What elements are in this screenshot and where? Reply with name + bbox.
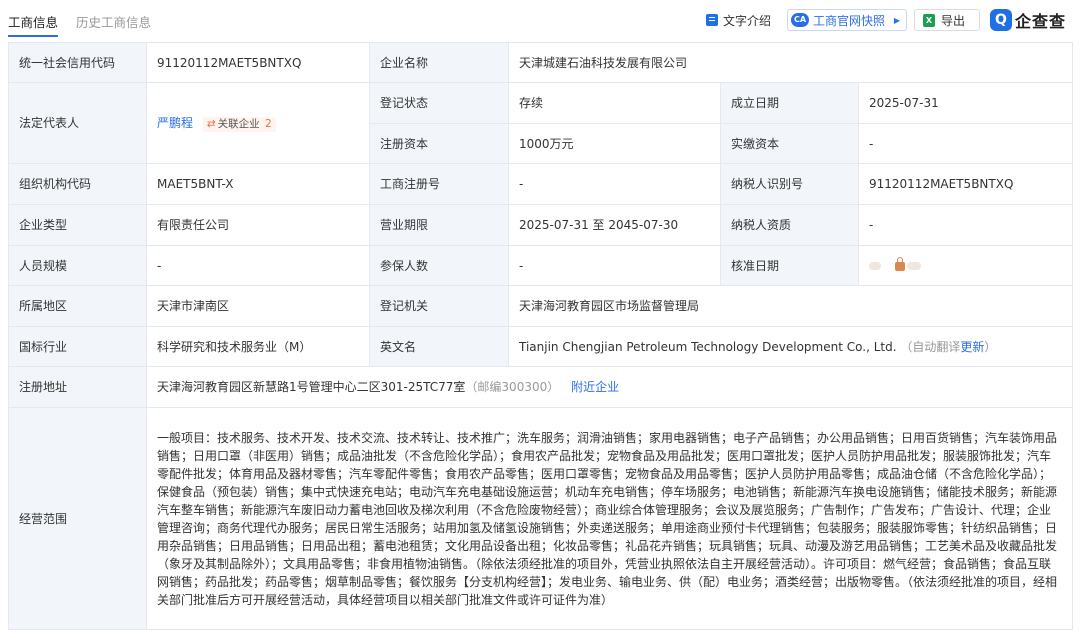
label-taxpayer-id: 纳税人识别号 [720, 163, 859, 205]
label-reg-address: 注册地址 [8, 366, 147, 408]
value-business-scope: 一般项目：技术服务、技术开发、技术交流、技术转让、技术推广；洗车服务；润滑油销售… [145, 407, 1074, 630]
label-paid-capital: 实缴资本 [720, 123, 859, 164]
related-companies-badge[interactable]: ⇄ 关联企业 2 [202, 116, 276, 133]
snapshot-badge-icon: CA [791, 13, 809, 27]
value-est-date: 2025-07-31 [857, 82, 1074, 124]
label-approval-date: 核准日期 [720, 245, 859, 286]
label-company-name: 企业名称 [369, 42, 509, 83]
legal-rep-link[interactable]: 严鹏程 [157, 116, 193, 130]
value-region: 天津市津南区 [146, 285, 370, 327]
value-company-type: 有限责任公司 [146, 204, 370, 246]
label-industry: 国标行业 [8, 326, 147, 367]
postcode: （邮编300300） [465, 380, 560, 394]
value-reg-capital: 1000万元 [508, 123, 721, 164]
label-region: 所属地区 [8, 285, 147, 327]
active-tab-indicator [8, 35, 58, 37]
label-reg-capital: 注册资本 [369, 123, 509, 164]
value-taxpayer-qual: - [857, 204, 1074, 246]
label-business-scope: 经营范围 [8, 407, 147, 630]
label-reg-number: 工商注册号 [369, 163, 509, 205]
table-row: 所属地区 天津市津南区 登记机关 天津海河教育园区市场监督管理局 [8, 285, 1074, 327]
logo-text: 企查查 [1015, 12, 1067, 31]
related-link-icon: ⇄ [206, 117, 216, 130]
lock-icon [895, 256, 905, 271]
related-count: 2 [265, 117, 272, 130]
value-insured: - [508, 245, 721, 286]
blurred-value [869, 261, 881, 270]
qichacha-logo: Q 企查查 [990, 8, 1066, 32]
related-label: 关联企业 [217, 117, 260, 130]
tab-history-business-info[interactable]: 历史工商信息 [76, 12, 151, 31]
label-business-term: 营业期限 [369, 204, 509, 246]
table-row: 统一社会信用代码 91120112MAET5BNTXQ 企业名称 天津城建石油科… [8, 42, 1074, 83]
label-insured: 参保人数 [369, 245, 509, 286]
table-row: 法定代表人 严鹏程 ⇄ 关联企业 2 登记状态 存续 成立日期 2025-07-3… [8, 82, 1074, 164]
label-company-type: 企业类型 [8, 204, 147, 246]
value-taxpayer-id: 91120112MAET5BNTXQ [857, 163, 1074, 205]
table-row: 国标行业 科学研究和技术服务业（M） 英文名 Tianjin Chengjian… [8, 326, 1074, 367]
text-intro-button[interactable]: 文字介绍 [706, 9, 771, 31]
value-legal-rep-cell: 严鹏程 ⇄ 关联企业 2 [146, 82, 370, 164]
label-staff-size: 人员规模 [8, 245, 147, 286]
export-label: 导出 [941, 13, 966, 28]
value-reg-authority: 天津海河教育园区市场监督管理局 [507, 285, 1074, 327]
export-button[interactable]: X 导出 [914, 9, 980, 31]
label-reg-authority: 登记机关 [369, 285, 509, 327]
value-credit-code: 91120112MAET5BNTXQ [146, 42, 370, 83]
official-snapshot-button[interactable]: CA 工商官网快照 ▶ [787, 9, 907, 31]
update-translation-link[interactable]: 更新 [960, 340, 984, 354]
label-credit-code: 统一社会信用代码 [8, 42, 147, 83]
text-intro-label: 文字介绍 [723, 13, 772, 28]
value-reg-status: 存续 [508, 82, 721, 124]
value-english-name-cell: Tianjin Chengjian Petroleum Technology D… [507, 326, 1074, 367]
snapshot-label: 工商官网快照 [813, 13, 886, 28]
document-icon [706, 14, 718, 26]
label-est-date: 成立日期 [720, 82, 859, 124]
label-org-code: 组织机构代码 [8, 163, 147, 205]
blurred-value [907, 261, 921, 270]
auto-translate-note: （自动翻译更新） [900, 340, 996, 354]
excel-icon: X [923, 13, 935, 27]
value-business-term: 2025-07-31 至 2045-07-30 [508, 204, 721, 246]
value-english-name: Tianjin Chengjian Petroleum Technology D… [519, 339, 897, 354]
label-reg-status: 登记状态 [369, 82, 509, 124]
value-paid-capital: - [857, 123, 1074, 164]
table-row: 人员规模 - 参保人数 - 核准日期 [8, 245, 1074, 286]
table-row: 企业类型 有限责任公司 营业期限 2025-07-31 至 2045-07-30… [8, 204, 1074, 246]
value-org-code: MAET5BNT-X [146, 163, 370, 205]
value-reg-address-cell: 天津海河教育园区新慧路1号管理中心二区301-25TC77室（邮编300300）… [145, 366, 1074, 408]
table-row: 组织机构代码 MAET5BNT-X 工商注册号 - 纳税人识别号 9112011… [8, 163, 1074, 205]
table-row: 经营范围 一般项目：技术服务、技术开发、技术交流、技术转让、技术推广；洗车服务；… [8, 407, 1074, 630]
auto-translate-suffix: ） [984, 339, 997, 354]
logo-mark-icon: Q [990, 9, 1012, 31]
nearby-companies-link[interactable]: 附近企业 [571, 380, 619, 394]
triangle-right-icon: ▶ [893, 15, 900, 25]
tab-business-info[interactable]: 工商信息 [8, 12, 58, 31]
value-industry: 科学研究和技术服务业（M） [146, 326, 370, 367]
table-row: 注册地址 天津海河教育园区新慧路1号管理中心二区301-25TC77室（邮编30… [8, 366, 1074, 408]
value-reg-number: - [508, 163, 721, 205]
value-company-name: 天津城建石油科技发展有限公司 [507, 42, 1074, 83]
business-info-table: 统一社会信用代码 91120112MAET5BNTXQ 企业名称 天津城建石油科… [8, 42, 1074, 630]
label-taxpayer-qual: 纳税人资质 [720, 204, 859, 246]
label-english-name: 英文名 [369, 326, 509, 367]
label-legal-rep: 法定代表人 [8, 82, 147, 164]
value-staff-size: - [146, 245, 370, 286]
top-bar: 工商信息 历史工商信息 文字介绍 CA 工商官网快照 ▶ X 导出 Q 企查查 [0, 0, 1080, 40]
value-approval-date-locked[interactable] [857, 245, 1074, 286]
value-reg-address: 天津海河教育园区新慧路1号管理中心二区301-25TC77室 [157, 380, 466, 394]
auto-translate-prefix: （自动翻译 [900, 339, 961, 354]
